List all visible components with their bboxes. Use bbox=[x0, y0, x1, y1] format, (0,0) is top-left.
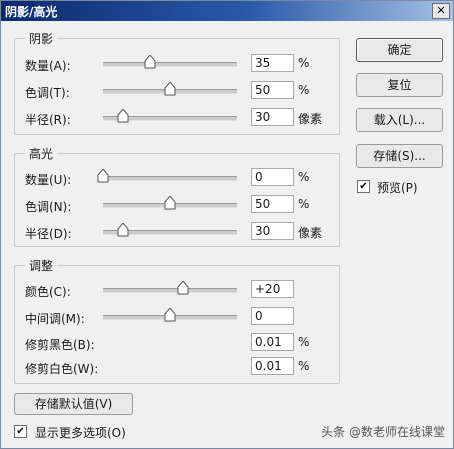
highlights-radius-row: 半径(D): 30 像素 bbox=[15, 222, 339, 242]
highlights-legend: 高光 bbox=[25, 145, 58, 162]
percent-unit: % bbox=[298, 56, 310, 70]
preview-label: 预览(P) bbox=[377, 181, 418, 195]
percent-unit: % bbox=[298, 359, 310, 373]
shadows-radius-input[interactable]: 30 bbox=[251, 108, 294, 126]
clip-white-label: 修剪白色(W): bbox=[25, 362, 99, 376]
shadows-tone-input[interactable]: 50 bbox=[251, 81, 294, 99]
slider-thumb[interactable] bbox=[177, 281, 189, 295]
title-bar[interactable]: 阴影/高光 ✕ bbox=[1, 1, 453, 21]
slider-thumb[interactable] bbox=[164, 82, 176, 96]
shadows-group: 阴影 数量(A): 35 % 色调(T): 50 % 半径(R): 30 像素 bbox=[14, 30, 340, 135]
slider-thumb[interactable] bbox=[117, 109, 129, 123]
shadow-highlight-dialog: 阴影/高光 ✕ 阴影 数量(A): 35 % 色调(T): 50 % 半径(R)… bbox=[0, 0, 454, 449]
adjustments-legend: 调整 bbox=[25, 257, 58, 274]
close-button[interactable]: ✕ bbox=[432, 3, 450, 19]
color-row: 颜色(C): +20 bbox=[15, 280, 339, 300]
slider-thumb[interactable] bbox=[97, 169, 109, 183]
highlights-radius-label: 半径(D): bbox=[25, 227, 72, 241]
clip-black-row: 修剪黑色(B): 0.01 % bbox=[15, 333, 339, 353]
adjustments-group: 调整 颜色(C): +20 中间调(M): 0 修剪黑色(B): 0.01 % … bbox=[14, 257, 340, 384]
shadows-amount-slider[interactable] bbox=[103, 55, 237, 69]
shadows-tone-label: 色调(T): bbox=[25, 86, 70, 100]
shadows-amount-label: 数量(A): bbox=[25, 59, 71, 73]
ok-button[interactable]: 确定 bbox=[356, 38, 443, 62]
reset-button[interactable]: 复位 bbox=[356, 73, 443, 97]
slider-thumb[interactable] bbox=[117, 223, 129, 237]
watermark: 头条 @数老师在线课堂 bbox=[321, 425, 445, 439]
shadows-tone-row: 色调(T): 50 % bbox=[15, 81, 339, 101]
midtone-slider[interactable] bbox=[103, 308, 237, 322]
shadows-radius-label: 半径(R): bbox=[25, 113, 71, 127]
midtone-input[interactable]: 0 bbox=[251, 307, 294, 325]
highlights-tone-input[interactable]: 50 bbox=[251, 195, 294, 213]
color-slider[interactable] bbox=[103, 281, 237, 295]
load-button[interactable]: 载入(L)... bbox=[356, 108, 443, 132]
more-options-checkbox[interactable]: ✔ bbox=[14, 425, 27, 438]
highlights-amount-label: 数量(U): bbox=[25, 173, 72, 187]
percent-unit: % bbox=[298, 170, 310, 184]
window-title: 阴影/高光 bbox=[5, 5, 58, 19]
save-defaults-button[interactable]: 存储默认值(V) bbox=[14, 393, 133, 415]
color-input[interactable]: +20 bbox=[251, 280, 294, 298]
close-icon: ✕ bbox=[436, 4, 446, 17]
shadows-legend: 阴影 bbox=[25, 30, 58, 47]
shadows-radius-slider[interactable] bbox=[103, 109, 237, 123]
save-button[interactable]: 存储(S)... bbox=[356, 144, 443, 168]
highlights-amount-input[interactable]: 0 bbox=[251, 168, 294, 186]
midtone-label: 中间调(M): bbox=[25, 312, 85, 326]
highlights-amount-slider[interactable] bbox=[97, 169, 237, 183]
color-label: 颜色(C): bbox=[25, 285, 71, 299]
shadows-amount-input[interactable]: 35 bbox=[251, 54, 294, 72]
slider-thumb[interactable] bbox=[164, 308, 176, 322]
clip-white-row: 修剪白色(W): 0.01 % bbox=[15, 357, 339, 377]
shadows-amount-row: 数量(A): 35 % bbox=[15, 54, 339, 74]
clip-black-label: 修剪黑色(B): bbox=[25, 338, 95, 352]
percent-unit: % bbox=[298, 83, 310, 97]
clip-black-input[interactable]: 0.01 bbox=[251, 333, 294, 351]
percent-unit: % bbox=[298, 197, 310, 211]
slider-thumb[interactable] bbox=[144, 55, 156, 69]
more-options-label: 显示更多选项(O) bbox=[35, 426, 126, 440]
shadows-tone-slider[interactable] bbox=[103, 82, 237, 96]
percent-unit: % bbox=[298, 335, 310, 349]
shadows-radius-row: 半径(R): 30 像素 bbox=[15, 108, 339, 128]
pixel-unit: 像素 bbox=[298, 226, 323, 240]
preview-checkbox[interactable]: ✔ bbox=[357, 180, 370, 193]
clip-white-input[interactable]: 0.01 bbox=[251, 357, 294, 375]
highlights-tone-row: 色调(N): 50 % bbox=[15, 195, 339, 215]
highlights-tone-label: 色调(N): bbox=[25, 200, 72, 214]
highlights-tone-slider[interactable] bbox=[103, 196, 237, 210]
slider-thumb[interactable] bbox=[164, 196, 176, 210]
highlights-radius-slider[interactable] bbox=[103, 223, 237, 237]
pixel-unit: 像素 bbox=[298, 112, 323, 126]
highlights-amount-row: 数量(U): 0 % bbox=[15, 168, 339, 188]
highlights-radius-input[interactable]: 30 bbox=[251, 222, 294, 240]
midtone-row: 中间调(M): 0 bbox=[15, 307, 339, 327]
highlights-group: 高光 数量(U): 0 % 色调(N): 50 % 半径(D): 30 像素 bbox=[14, 145, 340, 247]
